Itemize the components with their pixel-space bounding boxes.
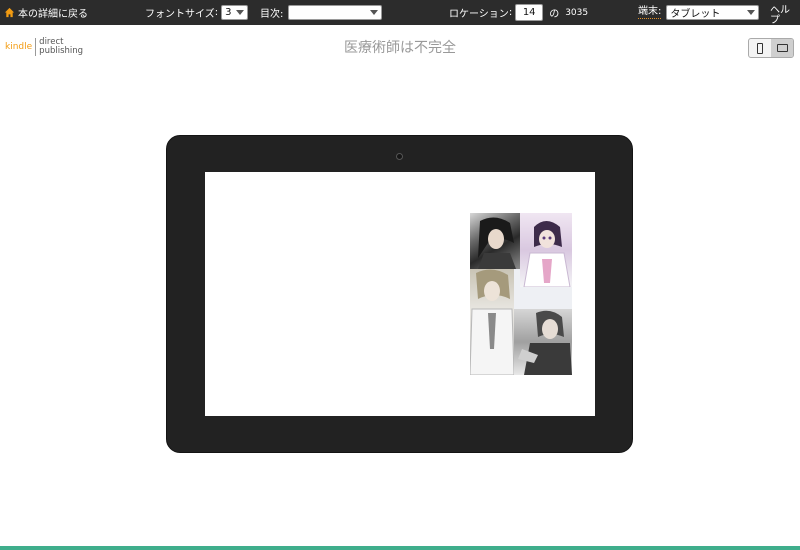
phone-portrait-icon	[757, 42, 763, 54]
character-silhouette	[470, 269, 515, 375]
location-input[interactable]	[515, 4, 544, 21]
top-toolbar: 本の詳細に戻る フォントサイズ : 3 目次: ロケーション : の 3035 …	[0, 0, 800, 26]
camera-icon	[396, 153, 403, 160]
chevron-down-icon	[747, 10, 756, 15]
logo-publishing-text: publishing	[39, 46, 84, 56]
cover-panel-2	[520, 213, 572, 288]
kdp-logo: kindle direct publishing	[5, 38, 83, 56]
device-select[interactable]: タブレット	[666, 5, 760, 20]
location-total: 3035	[565, 7, 589, 18]
location-of-label: の	[549, 9, 560, 20]
back-label: 本の詳細に戻る	[18, 9, 88, 20]
logo-kindle-text: kindle	[5, 42, 33, 52]
back-to-book-details-link[interactable]: 本の詳細に戻る	[4, 0, 88, 25]
device-label: 端末:	[638, 6, 662, 19]
location-control: ロケーション : の 3035	[449, 0, 588, 25]
character-silhouette	[518, 310, 572, 375]
device-value: タブレット	[670, 9, 721, 20]
font-size-label: フォントサイズ	[145, 9, 215, 20]
logo-divider	[35, 38, 37, 56]
home-icon	[4, 7, 15, 18]
font-size-select[interactable]: 3	[221, 5, 249, 20]
landscape-button[interactable]	[771, 39, 793, 57]
chevron-down-icon	[236, 10, 245, 15]
device-control: 端末: タブレット	[638, 0, 760, 25]
help-link[interactable]: ヘルプ	[770, 0, 796, 26]
character-silhouette	[523, 221, 571, 288]
help-label: ヘルプ	[770, 5, 790, 26]
orientation-toggle	[748, 38, 794, 58]
font-size-control: フォントサイズ : 3	[145, 0, 249, 25]
tablet-screen[interactable]	[205, 172, 595, 416]
book-title: 医療術師は不完全	[344, 40, 456, 56]
toc-select[interactable]	[288, 5, 383, 20]
bottom-accent-line	[0, 546, 800, 550]
toc-control: 目次:	[260, 0, 383, 25]
chevron-down-icon	[370, 10, 379, 15]
location-label: ロケーション	[449, 9, 509, 20]
font-size-value: 3	[225, 7, 232, 18]
character-silhouette	[478, 217, 516, 269]
toc-label: 目次:	[260, 9, 284, 20]
cover-panel-1	[470, 213, 520, 269]
portrait-button[interactable]	[749, 39, 771, 57]
cover-panel-4	[514, 309, 572, 375]
tablet-landscape-icon	[776, 44, 788, 52]
book-cover-image	[470, 213, 572, 375]
cover-panel-3	[470, 269, 515, 375]
